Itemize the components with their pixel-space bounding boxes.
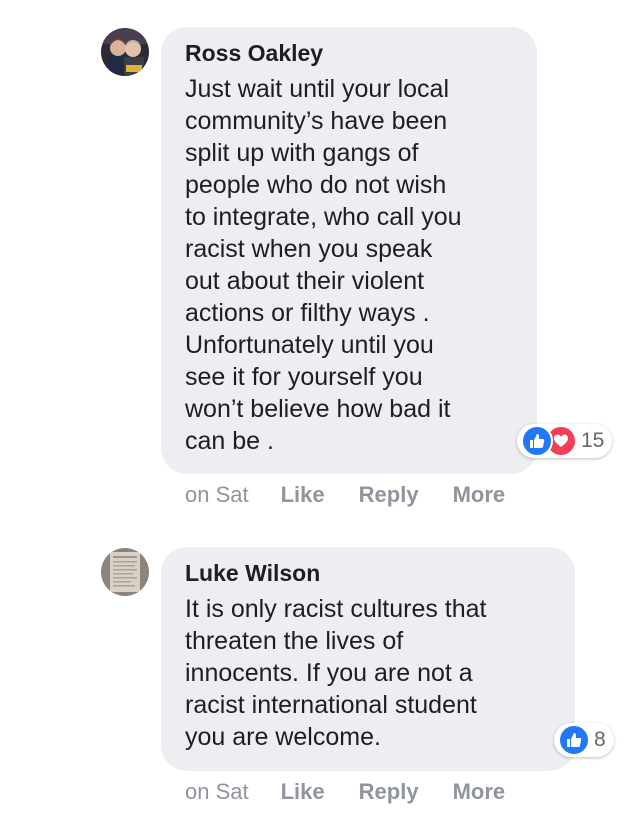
comment-text-line: racist when you speak bbox=[185, 235, 433, 263]
reply-button[interactable]: Reply bbox=[359, 779, 419, 805]
like-icon bbox=[558, 724, 590, 756]
like-button[interactable]: Like bbox=[281, 482, 325, 508]
comment-text-line: split up with gangs of bbox=[185, 139, 419, 167]
comment-text-line: to integrate, who call you bbox=[185, 203, 462, 231]
comment-text-line: innocents. If you are not a bbox=[185, 659, 473, 687]
avatar[interactable] bbox=[101, 548, 149, 596]
comment-bubble: Ross Oakley Just wait until your local c… bbox=[161, 27, 537, 474]
comment-text-line: Just wait until your local bbox=[185, 75, 450, 103]
comment-bubble: Luke Wilson It is only racist cultures t… bbox=[161, 547, 575, 771]
comment-timestamp[interactable]: on Sat bbox=[185, 482, 249, 508]
comment-text-line: won’t believe how bad it bbox=[185, 395, 451, 423]
reaction-count: 15 bbox=[581, 429, 605, 452]
comment-text-line: Unfortunately until you bbox=[185, 331, 434, 359]
comment-text-line: people who do not wish bbox=[185, 171, 447, 199]
comment-text-line: can be . bbox=[185, 427, 274, 455]
reactions-summary[interactable]: 8 bbox=[554, 723, 614, 757]
reply-button[interactable]: Reply bbox=[359, 482, 419, 508]
avatar[interactable] bbox=[101, 28, 149, 76]
like-button[interactable]: Like bbox=[281, 779, 325, 805]
comment-text-line: community’s have been bbox=[185, 107, 448, 135]
comment-text-line: threaten the lives of bbox=[185, 627, 404, 655]
comment-author[interactable]: Ross Oakley bbox=[185, 39, 513, 67]
comment-text-line: see it for yourself you bbox=[185, 363, 423, 391]
comment-timestamp[interactable]: on Sat bbox=[185, 779, 249, 805]
comment-text-line: out about their violent bbox=[185, 267, 425, 295]
reaction-count: 8 bbox=[594, 728, 606, 751]
comment-actions: on Sat Like Reply More bbox=[185, 779, 505, 805]
comment-text-line: actions or filthy ways . bbox=[185, 299, 430, 327]
comment-text: It is only racist cultures that threaten… bbox=[185, 593, 551, 753]
comment-text-line: racist international student bbox=[185, 691, 477, 719]
more-button[interactable]: More bbox=[453, 482, 506, 508]
like-icon bbox=[521, 425, 553, 457]
comment-text: Just wait until your local community’s h… bbox=[185, 73, 513, 457]
more-button[interactable]: More bbox=[453, 779, 506, 805]
comment-actions: on Sat Like Reply More bbox=[185, 482, 505, 508]
comment-text-line: It is only racist cultures that bbox=[185, 595, 487, 623]
reactions-summary[interactable]: 15 bbox=[517, 424, 613, 458]
comment-text-line: you are welcome. bbox=[185, 723, 381, 751]
comment-author[interactable]: Luke Wilson bbox=[185, 559, 551, 587]
